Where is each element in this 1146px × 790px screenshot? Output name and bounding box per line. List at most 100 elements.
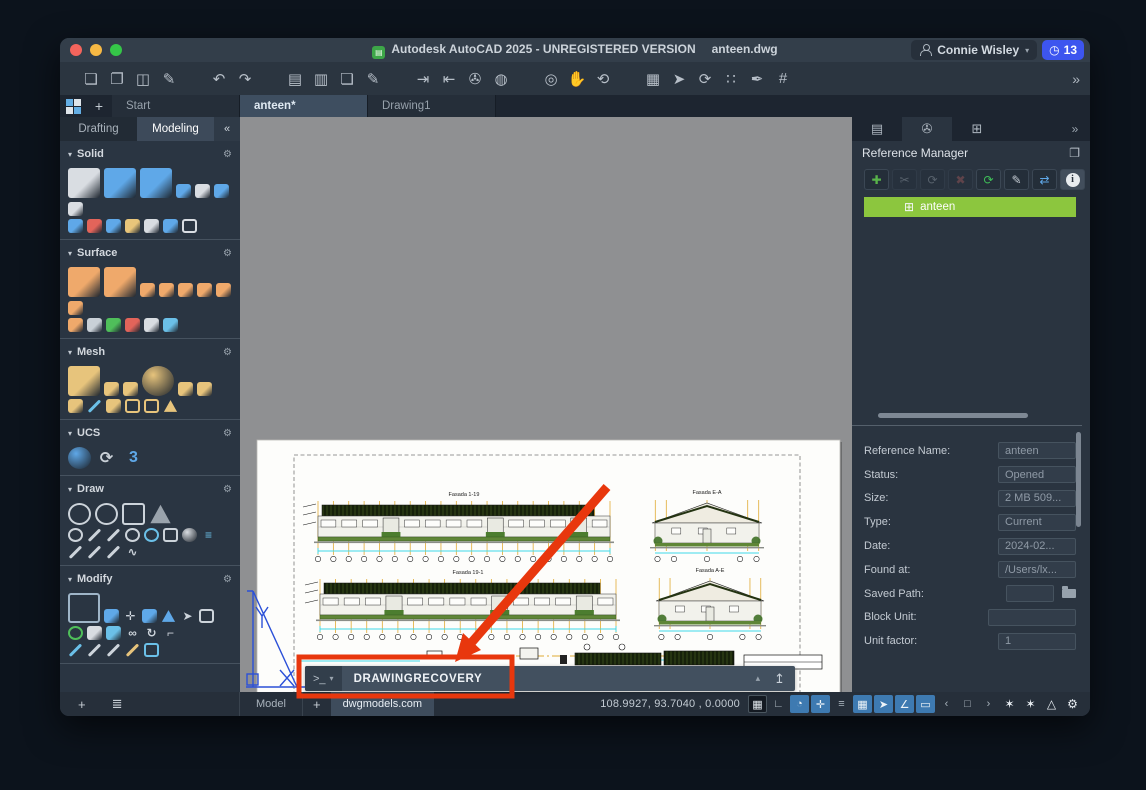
extend-surface-icon[interactable]: [216, 283, 231, 297]
thicken-icon[interactable]: [144, 219, 159, 233]
loft-surface-icon[interactable]: [104, 267, 136, 297]
interfere-icon[interactable]: [163, 219, 178, 233]
helix-icon[interactable]: [144, 528, 159, 542]
scale-icon[interactable]: [144, 643, 159, 657]
mirror-3d-icon[interactable]: [142, 609, 157, 623]
patch-surface-icon[interactable]: [159, 283, 174, 297]
tab-drafting[interactable]: Drafting: [60, 117, 137, 141]
prev-group-icon[interactable]: ‹: [937, 695, 956, 713]
blend-surface-icon[interactable]: [140, 283, 155, 297]
command-history-collapse-icon[interactable]: ▴: [756, 673, 761, 684]
tab-modeling[interactable]: Modeling: [137, 117, 214, 141]
mesh-collapse-icon[interactable]: [144, 399, 159, 413]
property-value[interactable]: /Users/lx...: [998, 561, 1076, 578]
section-header-mesh[interactable]: ▾Mesh⚙: [60, 344, 240, 360]
document-tab-anteen[interactable]: anteen*: [240, 95, 368, 117]
donut-icon[interactable]: [182, 528, 197, 542]
save-as-icon[interactable]: ✎: [156, 67, 182, 91]
count-icon[interactable]: #: [770, 67, 796, 91]
section-header-draw[interactable]: ▾Draw⚙: [60, 481, 240, 497]
dynamic-input-icon[interactable]: ≡: [832, 695, 851, 713]
ucs-rotate-icon[interactable]: ⟳: [95, 447, 118, 469]
rectangle-icon[interactable]: [122, 503, 145, 525]
ellipse-icon[interactable]: [125, 528, 140, 542]
print-icon[interactable]: ▤: [282, 67, 308, 91]
surface-tools-icon[interactable]: [87, 318, 102, 332]
align-icon[interactable]: [87, 626, 102, 640]
tab-model[interactable]: Model: [240, 692, 303, 716]
new-file-icon[interactable]: ❏: [78, 67, 104, 91]
ucs-world-icon[interactable]: [68, 447, 91, 469]
panel-overflow-button[interactable]: »: [1060, 117, 1090, 141]
annotation-scale-icon[interactable]: △: [1042, 695, 1061, 713]
rotate-icon[interactable]: ↻: [144, 626, 159, 640]
3d-array-icon[interactable]: [106, 626, 121, 640]
union-icon[interactable]: [68, 219, 83, 233]
document-tab-start[interactable]: Start: [112, 95, 240, 117]
import-icon[interactable]: ⇥: [410, 67, 436, 91]
info-button[interactable]: i: [1060, 169, 1085, 190]
compare-settings-button[interactable]: ⇄: [1032, 169, 1057, 190]
section-header-surface[interactable]: ▾Surface⚙: [60, 245, 240, 261]
panel-scrollbar[interactable]: [1076, 432, 1081, 527]
tab-layout-dwgmodels[interactable]: dwgmodels.com: [331, 692, 434, 716]
hatch-display-icon[interactable]: ▦: [853, 695, 872, 713]
gear-icon[interactable]: ⚙: [223, 347, 232, 358]
cv-show-icon[interactable]: [68, 318, 83, 332]
panel-splitter-handle[interactable]: [878, 413, 1028, 418]
lineweight-display-icon[interactable]: ▭: [916, 695, 935, 713]
cv-remove-icon[interactable]: [125, 318, 140, 332]
user-account-menu[interactable]: Connie Wisley ▾: [911, 40, 1037, 60]
object-snap-icon[interactable]: ✛: [811, 695, 830, 713]
property-value[interactable]: [1006, 585, 1054, 602]
mesh-close-hole-icon[interactable]: [125, 399, 140, 413]
3d-scale-icon[interactable]: [161, 609, 176, 623]
section-header-ucs[interactable]: ▾UCS⚙: [60, 425, 240, 441]
reference-list-item-anteen[interactable]: ⊞ anteen: [864, 197, 1076, 217]
markup-import-icon[interactable]: ✒: [744, 67, 770, 91]
command-prompt-chip[interactable]: >_ ▾: [305, 666, 342, 691]
polysolid-icon[interactable]: [140, 168, 172, 198]
pan-icon[interactable]: ✋: [564, 67, 590, 91]
customization-gear-icon[interactable]: ⚙: [1063, 695, 1082, 713]
toolbar-overflow-button[interactable]: »: [1072, 71, 1080, 87]
convert-nurbs-icon[interactable]: [144, 318, 159, 332]
sheet-set-manager-icon[interactable]: ⟳: [692, 67, 718, 91]
schedule-panel-tab[interactable]: ⊞: [952, 117, 1002, 141]
gear-icon[interactable]: ⚙: [223, 484, 232, 495]
grid-display-icon[interactable]: ▦: [748, 695, 767, 713]
multiline-icon[interactable]: ≡: [201, 528, 216, 542]
zoom-window-button[interactable]: [110, 44, 122, 56]
array-icon[interactable]: ∞: [125, 626, 140, 640]
selection-gizmo-icon[interactable]: [68, 593, 100, 623]
smooth-crease-icon[interactable]: [123, 382, 138, 396]
property-value[interactable]: 2 MB 509...: [998, 490, 1076, 507]
open-file-icon[interactable]: ❐: [104, 67, 130, 91]
fillet-icon[interactable]: ⌐: [163, 626, 178, 640]
solid-history-icon[interactable]: [125, 219, 140, 233]
offset-icon[interactable]: [106, 643, 121, 657]
mesh-box-icon[interactable]: [68, 366, 100, 396]
property-value[interactable]: 1: [998, 633, 1076, 650]
command-input[interactable]: DRAWINGRECOVERY: [354, 673, 483, 685]
panel-popout-icon[interactable]: ❐: [1069, 146, 1080, 160]
property-value[interactable]: [988, 609, 1076, 626]
cv-add-icon[interactable]: [106, 318, 121, 332]
mesh-sphere-icon[interactable]: [142, 366, 174, 396]
smooth-more-icon[interactable]: [178, 382, 193, 396]
slice-icon[interactable]: [195, 184, 210, 198]
point-icon[interactable]: [68, 545, 83, 559]
section-plane-icon[interactable]: [182, 219, 197, 233]
tool-palettes-icon[interactable]: ∷: [718, 67, 744, 91]
document-tab-drawing1[interactable]: Drawing1: [368, 95, 496, 117]
minimize-window-button[interactable]: [90, 44, 102, 56]
palette-collapse-button[interactable]: «: [214, 117, 240, 141]
properties-icon[interactable]: ▦: [640, 67, 666, 91]
mesh-extrude-face-icon[interactable]: [68, 399, 83, 413]
set-plane-icon[interactable]: [149, 503, 172, 525]
trim-surface-icon[interactable]: [68, 301, 83, 315]
spline-cv-icon[interactable]: [106, 545, 121, 559]
property-value[interactable]: 2024-02...: [998, 538, 1076, 555]
network-surface-icon[interactable]: [68, 267, 100, 297]
edit-reference-button[interactable]: ✎: [1004, 169, 1029, 190]
